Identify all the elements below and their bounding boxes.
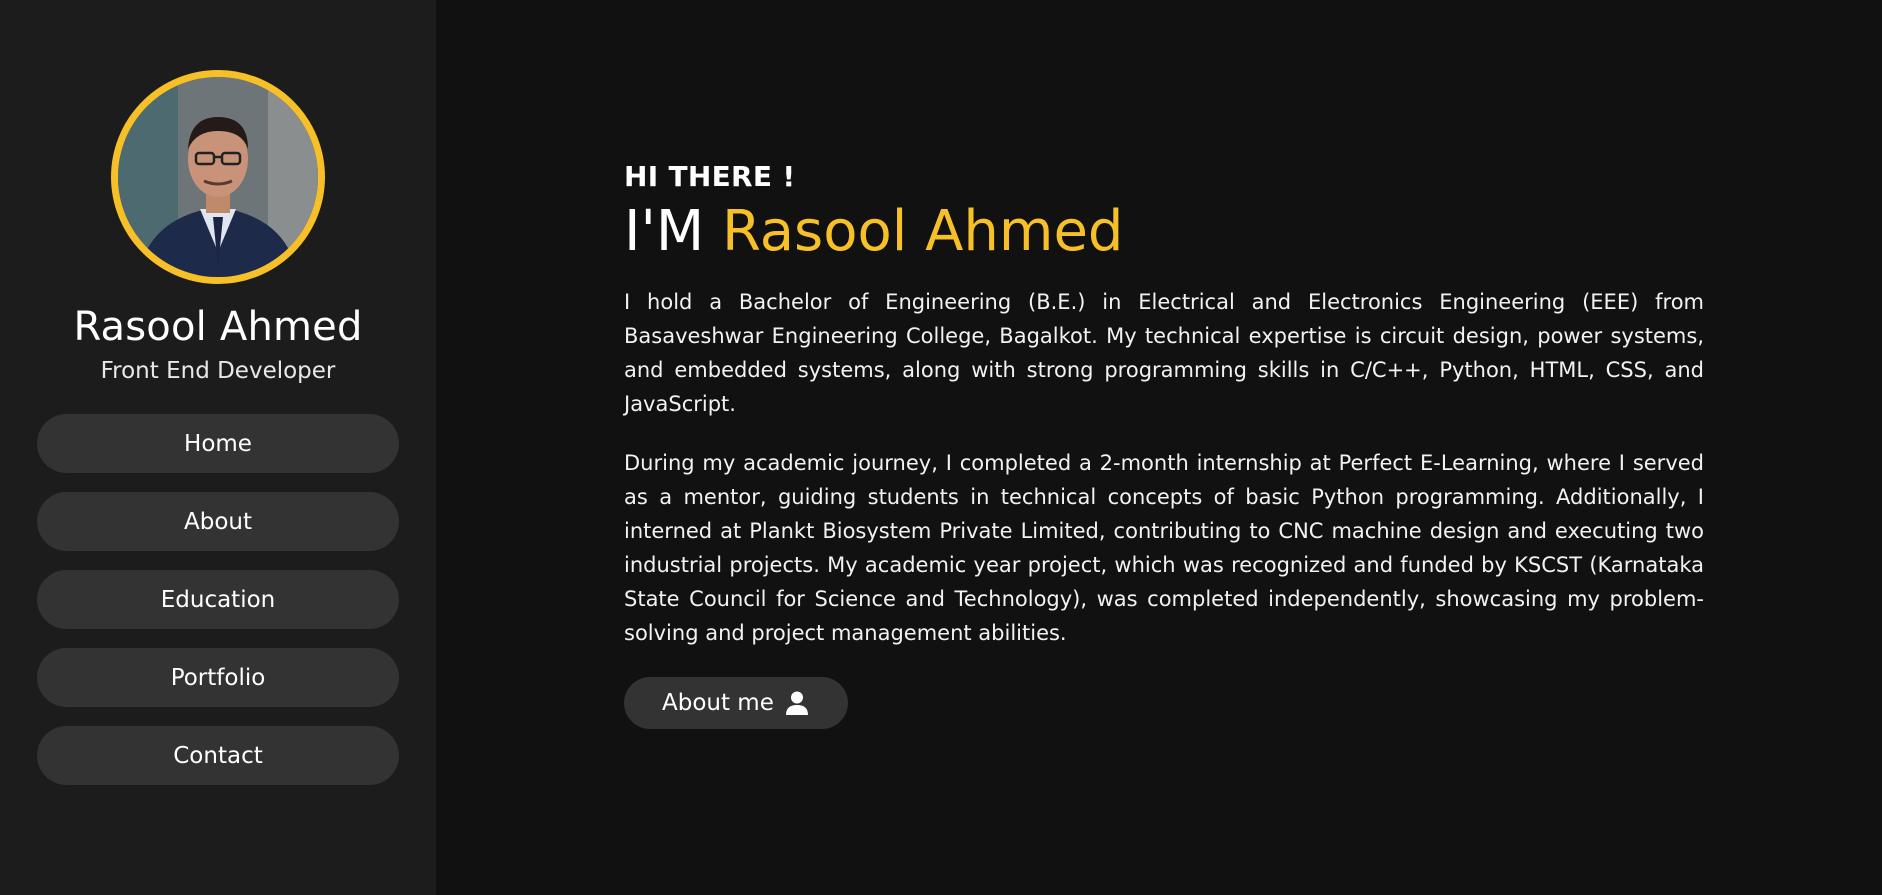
intro-paragraph-2: During my academic journey, I completed … xyxy=(624,450,1704,645)
headline: I'M Rasool Ahmed xyxy=(624,201,1882,263)
profile-role: Front End Developer xyxy=(100,358,336,384)
sidebar-nav: Home About Education Portfolio Contact xyxy=(37,414,399,785)
page: Rasool Ahmed Front End Developer Home Ab… xyxy=(0,0,1882,895)
avatar xyxy=(111,70,325,284)
main-content: HI THERE ! I'M Rasool Ahmed I hold a Bac… xyxy=(436,0,1882,895)
nav-item-contact[interactable]: Contact xyxy=(37,726,399,785)
greeting: HI THERE ! xyxy=(624,160,796,193)
about-me-button[interactable]: About me xyxy=(624,676,848,729)
headline-name: Rasool Ahmed xyxy=(722,199,1124,264)
profile-name: Rasool Ahmed xyxy=(73,304,363,350)
nav-item-about[interactable]: About xyxy=(37,492,399,551)
nav-item-education[interactable]: Education xyxy=(37,570,399,629)
sidebar: Rasool Ahmed Front End Developer Home Ab… xyxy=(0,0,436,895)
nav-item-portfolio[interactable]: Portfolio xyxy=(37,648,399,707)
about-me-label: About me xyxy=(662,689,774,716)
nav-item-home[interactable]: Home xyxy=(37,414,399,473)
user-icon xyxy=(785,691,808,715)
intro-paragraph-1: I hold a Bachelor of Engineering (B.E.) … xyxy=(624,289,1704,416)
profile-photo xyxy=(118,77,318,277)
headline-prefix: I'M xyxy=(624,199,705,264)
